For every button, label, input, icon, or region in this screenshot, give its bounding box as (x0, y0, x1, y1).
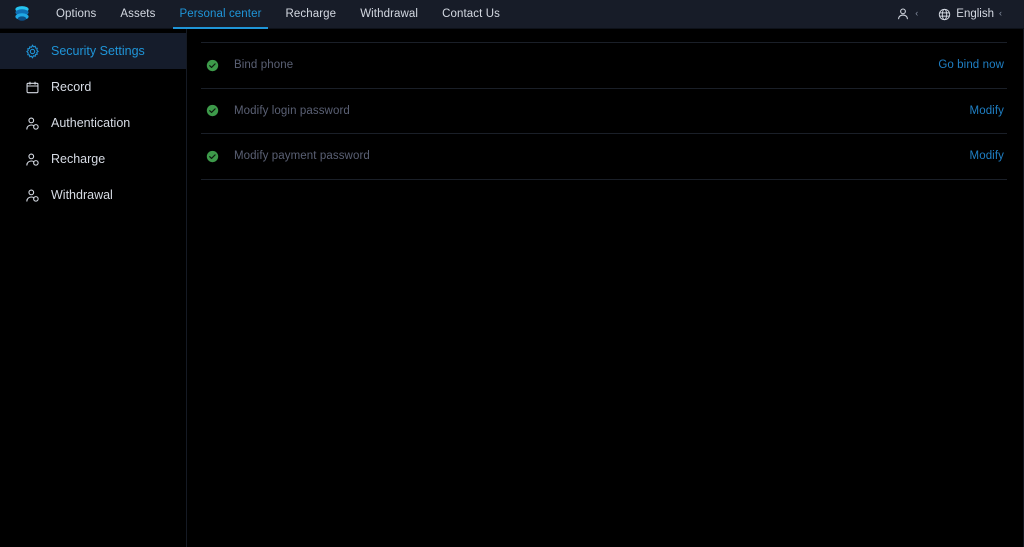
sidebar-item-security-settings[interactable]: Security Settings (0, 33, 186, 69)
chevron-icon: ‹ (915, 7, 919, 18)
nav-label: Contact Us (442, 8, 500, 20)
user-badge-icon (25, 188, 40, 203)
check-circle-icon (206, 59, 219, 72)
chevron-icon: ‹ (999, 7, 1002, 18)
nav-label: Assets (120, 8, 156, 20)
nav-item-assets[interactable]: Assets (108, 0, 167, 29)
check-circle-icon (206, 104, 219, 117)
sidebar-item-authentication[interactable]: Authentication (0, 105, 186, 141)
table-row: Bind phone Go bind now (201, 43, 1007, 89)
header-right-controls: ‹ English ‹ (888, 0, 1024, 29)
gear-icon (25, 43, 40, 59)
table-row: Modify payment password Modify (201, 134, 1007, 180)
stacked-layers-logo-icon (12, 4, 32, 24)
bind-phone-action-link[interactable]: Go bind now (938, 59, 1004, 71)
sidebar-item-label: Security Settings (51, 44, 145, 58)
globe-icon (938, 8, 951, 21)
nav-item-withdrawal[interactable]: Withdrawal (348, 0, 430, 29)
nav-item-options[interactable]: Options (44, 0, 108, 29)
nav-label: Recharge (285, 8, 337, 20)
language-selector[interactable]: English ‹ (930, 0, 1010, 29)
language-label: English (956, 8, 994, 20)
sidebar-item-recharge[interactable]: Recharge (0, 141, 186, 177)
check-circle-icon (206, 150, 219, 163)
row-label: Modify payment password (234, 150, 370, 163)
sidebar: Security Settings Record Authentication (0, 29, 187, 547)
nav-item-recharge[interactable]: Recharge (274, 0, 349, 29)
user-icon (896, 7, 910, 21)
account-menu[interactable]: ‹ (888, 0, 926, 29)
user-badge-icon (25, 116, 40, 131)
security-settings-list: Bind phone Go bind now Modify login pass… (201, 42, 1007, 180)
calendar-icon (25, 80, 40, 95)
app-logo[interactable] (0, 0, 44, 29)
nav-label: Personal center (179, 8, 262, 20)
table-row: Modify login password Modify (201, 89, 1007, 134)
nav-item-personal-center[interactable]: Personal center (167, 0, 273, 29)
user-badge-icon (25, 152, 40, 167)
sidebar-item-record[interactable]: Record (0, 69, 186, 105)
sidebar-item-label: Recharge (51, 152, 106, 166)
nav-label: Withdrawal (360, 8, 419, 20)
sidebar-item-label: Withdrawal (51, 188, 113, 202)
modify-payment-password-action-link[interactable]: Modify (970, 150, 1004, 162)
sidebar-item-label: Record (51, 80, 92, 94)
main-nav: Options Assets Personal center Recharge … (44, 0, 512, 29)
modify-login-password-action-link[interactable]: Modify (970, 105, 1004, 117)
sidebar-item-label: Authentication (51, 116, 131, 130)
top-header: Options Assets Personal center Recharge … (0, 0, 1024, 29)
security-settings-panel: Bind phone Go bind now Modify login pass… (188, 29, 1024, 547)
nav-label: Options (56, 8, 97, 20)
nav-item-contact-us[interactable]: Contact Us (430, 0, 512, 29)
sidebar-item-withdrawal[interactable]: Withdrawal (0, 177, 186, 213)
row-label: Bind phone (234, 59, 294, 72)
row-label: Modify login password (234, 104, 350, 117)
